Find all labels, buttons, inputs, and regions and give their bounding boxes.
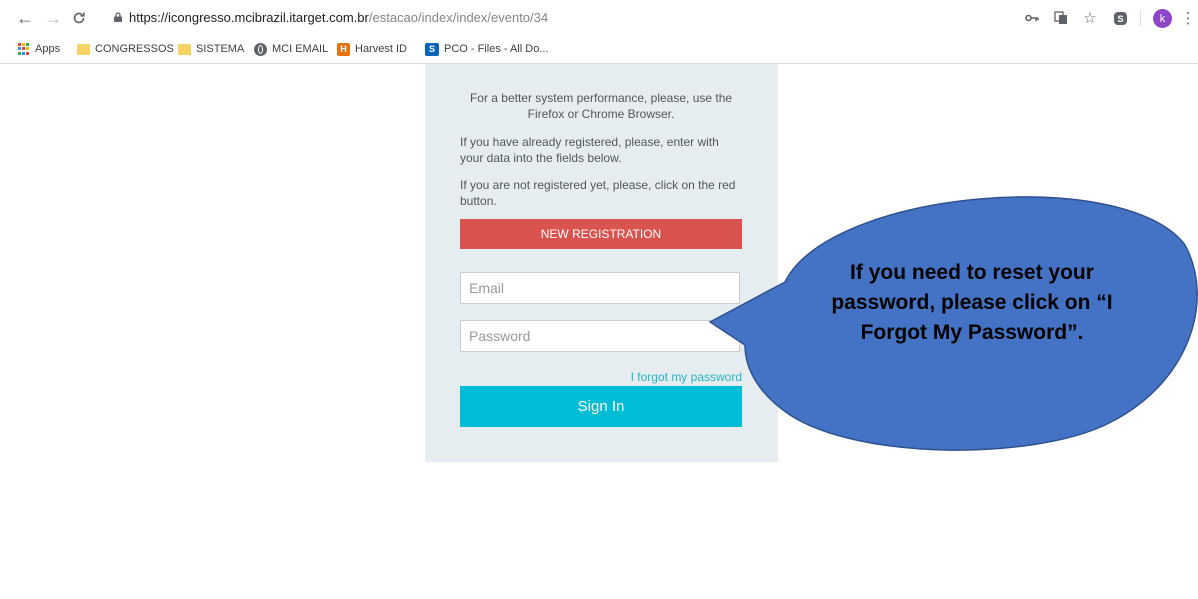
globe-icon	[254, 42, 267, 56]
bookmark-label: CONGRESSOS	[95, 43, 174, 55]
url-host: https://icongresso.mcibrazil.itarget.com…	[129, 10, 369, 25]
sign-in-button[interactable]: Sign In	[460, 386, 742, 427]
bookmark-label: Apps	[35, 43, 61, 55]
bookmark-sistema[interactable]: SISTEMA	[178, 40, 244, 58]
toolbar-separator	[1140, 10, 1141, 26]
lock-icon	[114, 12, 122, 22]
folder-icon	[77, 43, 90, 55]
menu-dots-icon[interactable]: ⋮	[1178, 8, 1198, 28]
apps-grid-icon	[18, 43, 30, 55]
bookmark-congressos[interactable]: CONGRESSOS	[77, 40, 174, 58]
bookmark-apps[interactable]: Apps	[18, 40, 60, 58]
sharepoint-icon: S	[425, 42, 439, 56]
skype-extension-icon[interactable]: S	[1110, 8, 1130, 28]
forward-arrow-icon[interactable]: →	[42, 8, 64, 28]
folder-icon	[178, 43, 191, 55]
bookmark-label: Harvest ID	[355, 43, 407, 55]
bookmark-label: SISTEMA	[196, 43, 245, 55]
star-bookmark-icon[interactable]: ☆	[1080, 8, 1100, 28]
callout-text: If you need to reset your password, plea…	[831, 261, 1113, 344]
new-registration-button[interactable]: NEW REGISTRATION	[460, 219, 742, 249]
registered-notice: If you have already registered, please, …	[460, 135, 719, 165]
forgot-password-link[interactable]: I forgot my password	[600, 370, 742, 384]
url-path: /estacao/index/index/evento/34	[368, 10, 549, 25]
translate-icon[interactable]	[1051, 8, 1071, 28]
password-field[interactable]	[460, 320, 740, 352]
browser-toolbar: ← → https://icongresso.mcibrazil.itarget…	[0, 0, 1198, 64]
harvest-icon: H	[337, 42, 350, 56]
bookmark-label: MCI EMAIL	[272, 43, 329, 55]
not-registered-notice: If you are not registered yet, please, c…	[460, 178, 736, 208]
reload-icon[interactable]	[68, 8, 90, 28]
browser-notice: For a better system performance, please,…	[469, 91, 733, 121]
bookmark-harvest-id[interactable]: H Harvest ID	[337, 40, 407, 58]
profile-avatar[interactable]: k	[1153, 9, 1172, 28]
bookmark-pco-files[interactable]: S PCO - Files - All Do...	[425, 40, 549, 58]
bookmark-mci-email[interactable]: MCI EMAIL	[254, 40, 328, 58]
svg-text:S: S	[1117, 14, 1123, 24]
email-field[interactable]	[460, 272, 740, 304]
back-arrow-icon[interactable]: ←	[14, 8, 36, 28]
bookmark-label: PCO - Files - All Do...	[444, 43, 549, 55]
key-icon[interactable]	[1022, 8, 1042, 28]
address-bar[interactable]: https://icongresso.mcibrazil.itarget.com…	[129, 10, 548, 25]
